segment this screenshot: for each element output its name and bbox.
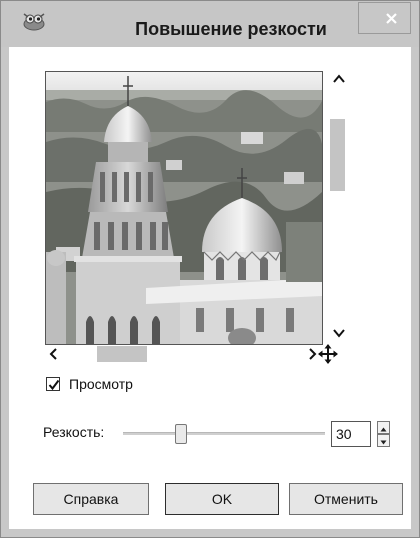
sharpness-label: Резкость: <box>43 424 105 440</box>
horizontal-scrollbar[interactable] <box>45 345 321 363</box>
vertical-scroll-thumb[interactable] <box>330 119 345 191</box>
preview-label: Просмотр <box>69 376 133 392</box>
sharpness-slider[interactable] <box>123 424 325 446</box>
horizontal-scroll-thumb[interactable] <box>97 346 147 362</box>
navigate-preview-button[interactable] <box>317 343 339 365</box>
close-icon <box>386 13 397 24</box>
cancel-button-label: Отменить <box>314 491 378 507</box>
chevron-up-icon <box>333 74 345 83</box>
slider-handle[interactable] <box>175 424 187 444</box>
cancel-button[interactable]: Отменить <box>289 483 403 515</box>
help-button[interactable]: Справка <box>33 483 149 515</box>
vertical-scrollbar[interactable] <box>329 71 349 343</box>
sharpness-value-input[interactable] <box>331 421 371 447</box>
ok-button[interactable]: OK <box>165 483 279 515</box>
preview-toggle[interactable]: Просмотр <box>46 373 133 395</box>
move-arrows-icon <box>318 344 338 364</box>
close-button[interactable] <box>358 2 411 34</box>
title-bar[interactable]: Повышение резкости <box>1 1 419 47</box>
scroll-up-button[interactable] <box>329 71 349 87</box>
dialog-body: Просмотр Резкость: Справка OK Отменить <box>9 47 411 529</box>
preview-checkbox[interactable] <box>46 377 60 391</box>
gimp-wilber-icon <box>21 10 47 32</box>
slider-track <box>123 432 325 435</box>
ok-button-label: OK <box>211 491 233 507</box>
scroll-down-button[interactable] <box>329 325 349 341</box>
dialog-window: Повышение резкости Просмотр Резкость: 30… <box>0 0 420 538</box>
preview-image[interactable] <box>45 71 323 345</box>
window-title: Повышение резкости <box>135 19 327 39</box>
triangle-down-icon <box>380 440 387 445</box>
spin-up-button[interactable] <box>377 421 390 434</box>
chevron-down-icon <box>333 329 345 338</box>
checkmark-icon <box>48 379 60 391</box>
help-button-label: Справка <box>63 491 119 507</box>
scroll-left-button[interactable] <box>45 345 63 363</box>
chevron-left-icon <box>49 348 57 360</box>
spin-down-button[interactable] <box>377 434 390 447</box>
